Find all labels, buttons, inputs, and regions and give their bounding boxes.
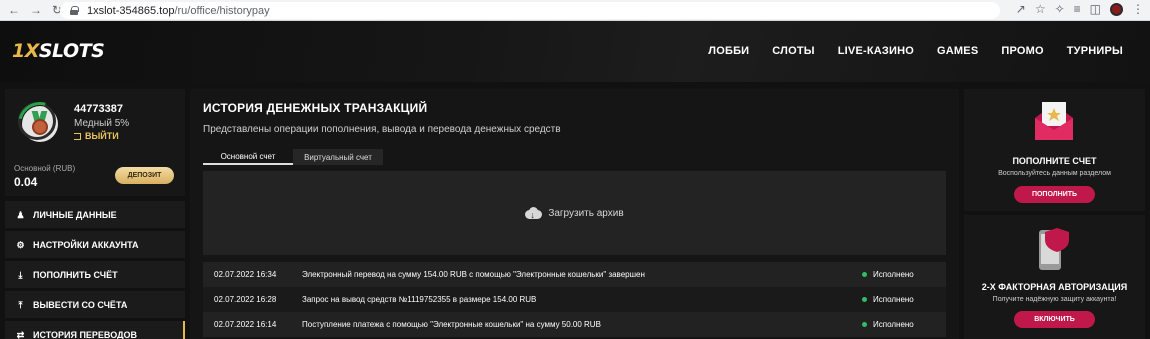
menu-item-deposit[interactable]: ⤓ ПОПОЛНИТЬ СЧЁТ [5,261,185,288]
sidebar-icon[interactable]: ◫ [1090,2,1101,16]
profile-avatar[interactable] [1110,2,1123,16]
deposit-button[interactable]: ДЕПОЗИТ [115,167,174,184]
page-title: ИСТОРИЯ ДЕНЕЖНЫХ ТРАНЗАКЦИЙ [203,101,428,115]
topup-button[interactable]: ПОПОЛНИТЬ [1014,186,1095,203]
topup-card: ПОПОЛНИТЕ СЧЕТ Воспользуйтесь данным раз… [964,89,1145,211]
nav-tournaments[interactable]: ТУРНИРЫ [1067,45,1123,57]
user-panel: 44773387 Медный 5% ВЫЙТИ Основной (RUB) … [5,89,185,196]
envelope-star-icon [1035,102,1073,140]
logout-link[interactable]: ВЫЙТИ [74,131,119,141]
table-row: 02.07.2022 16:14 Поступление платежа с п… [203,312,946,337]
url-path: /ru/office/historypay [174,4,270,17]
transfer-icon: ⇄ [16,329,25,339]
two-factor-subtitle: Получите надёжную защиту аккаунта! [992,296,1117,303]
account-tabs: Основной счет Виртуальный счет [203,149,383,165]
back-icon[interactable]: ← [8,3,20,17]
user-id: 44773387 [74,103,123,115]
menu-item-withdraw[interactable]: ⤒ ВЫВЕСТИ СО СЧЁТА [5,291,185,318]
status-dot-icon [862,322,867,327]
share-icon[interactable]: ↗ [1016,2,1026,16]
tx-date: 02.07.2022 16:28 [214,295,277,304]
transactions-table: 02.07.2022 16:34 Электронный перевод на … [203,262,946,337]
extensions-icon[interactable]: ✧ [1055,2,1065,16]
site-header: 1XSLOTS ЛОББИ СЛОТЫ LIVE-КАЗИНО GAMES ПР… [0,21,1150,82]
table-row: 02.07.2022 16:28 Запрос на вывод средств… [203,287,946,312]
tab-virtual-account[interactable]: Виртуальный счет [293,149,383,165]
tx-description: Запрос на вывод средств №1119752355 в ра… [302,295,537,304]
menu-item-account-settings[interactable]: ⚙ НАСТРОЙКИ АККАУНТА [5,231,185,258]
menu-item-personal-data[interactable]: ♟ ЛИЧНЫЕ ДАННЫЕ [5,201,185,228]
download-icon: ⤓ [18,269,23,280]
two-factor-card: 2-Х ФАКТОРНАЯ АВТОРИЗАЦИЯ Получите надёж… [964,215,1145,339]
user-level: Медный 5% [74,118,130,129]
balance-label: Основной (RUB) [14,164,76,173]
reading-list-icon[interactable]: ≡ [1074,2,1081,16]
account-menu: ♟ ЛИЧНЫЕ ДАННЫЕ ⚙ НАСТРОЙКИ АККАУНТА ⤓ ПОПО… [5,201,185,339]
user-plus-icon: ♟ [16,209,25,220]
download-archive-label: Загрузить архив [548,207,624,219]
status-dot-icon [862,272,867,277]
topup-title: ПОПОЛНИТЕ СЧЕТ [1012,156,1097,166]
cloud-download-icon: ↓ [525,207,543,220]
menu-kebab-icon[interactable]: ⋮ [1132,2,1144,16]
page-subtitle: Представлены операции пополнения, вывода… [203,124,561,135]
table-row: 02.07.2022 16:34 Электронный перевод на … [203,262,946,287]
phone-shield-icon [1039,228,1069,270]
menu-item-transfer-history[interactable]: ⇄ ИСТОРИЯ ПЕРЕВОДОВ [5,321,185,339]
browser-toolbar: ← → ↻ 1xslot-354865.top/ru/office/histor… [0,0,1150,21]
tx-date: 02.07.2022 16:14 [214,320,277,329]
tx-status: Исполнено [862,270,914,279]
medal-icon [30,111,50,135]
tx-description: Поступление платежа с помощью "Электронн… [302,320,601,329]
status-dot-icon [862,297,867,302]
gears-icon: ⚙ [16,239,25,250]
balance-value: 0.04 [14,175,38,189]
download-archive-button[interactable]: ↓ Загрузить архив [203,171,946,255]
upload-icon: ⤒ [18,299,23,310]
logout-icon [74,133,81,140]
two-factor-title: 2-Х ФАКТОРНАЯ АВТОРИЗАЦИЯ [981,282,1128,292]
forward-icon[interactable]: → [30,3,42,17]
nav-games[interactable]: GAMES [937,45,978,57]
nav-lobby[interactable]: ЛОББИ [708,45,749,57]
main-nav: ЛОББИ СЛОТЫ LIVE-КАЗИНО GAMES ПРОМО ТУРН… [685,45,1123,57]
nav-live-casino[interactable]: LIVE-КАЗИНО [838,45,914,57]
tx-date: 02.07.2022 16:34 [214,270,277,279]
tx-description: Электронный перевод на сумму 154.00 RUB … [302,270,645,279]
enable-two-factor-button[interactable]: ВКЛЮЧИТЬ [1014,311,1095,328]
topup-subtitle: Воспользуйтесь данным разделом [998,170,1111,177]
url-host: 1xslot-354865.top [87,4,175,17]
site-logo[interactable]: 1XSLOTS [12,40,105,62]
address-bar[interactable]: 1xslot-354865.top/ru/office/historypay [60,2,1000,19]
nav-slots[interactable]: СЛОТЫ [772,45,814,57]
transactions-panel: ИСТОРИЯ ДЕНЕЖНЫХ ТРАНЗАКЦИЙ Представлены… [190,89,959,339]
tx-status: Исполнено [862,295,914,304]
tx-status: Исполнено [862,320,914,329]
nav-promo[interactable]: ПРОМО [1001,45,1043,57]
lock-icon [70,6,79,15]
tab-main-account[interactable]: Основной счет [203,149,293,165]
bookmark-star-icon[interactable]: ☆ [1035,2,1046,16]
